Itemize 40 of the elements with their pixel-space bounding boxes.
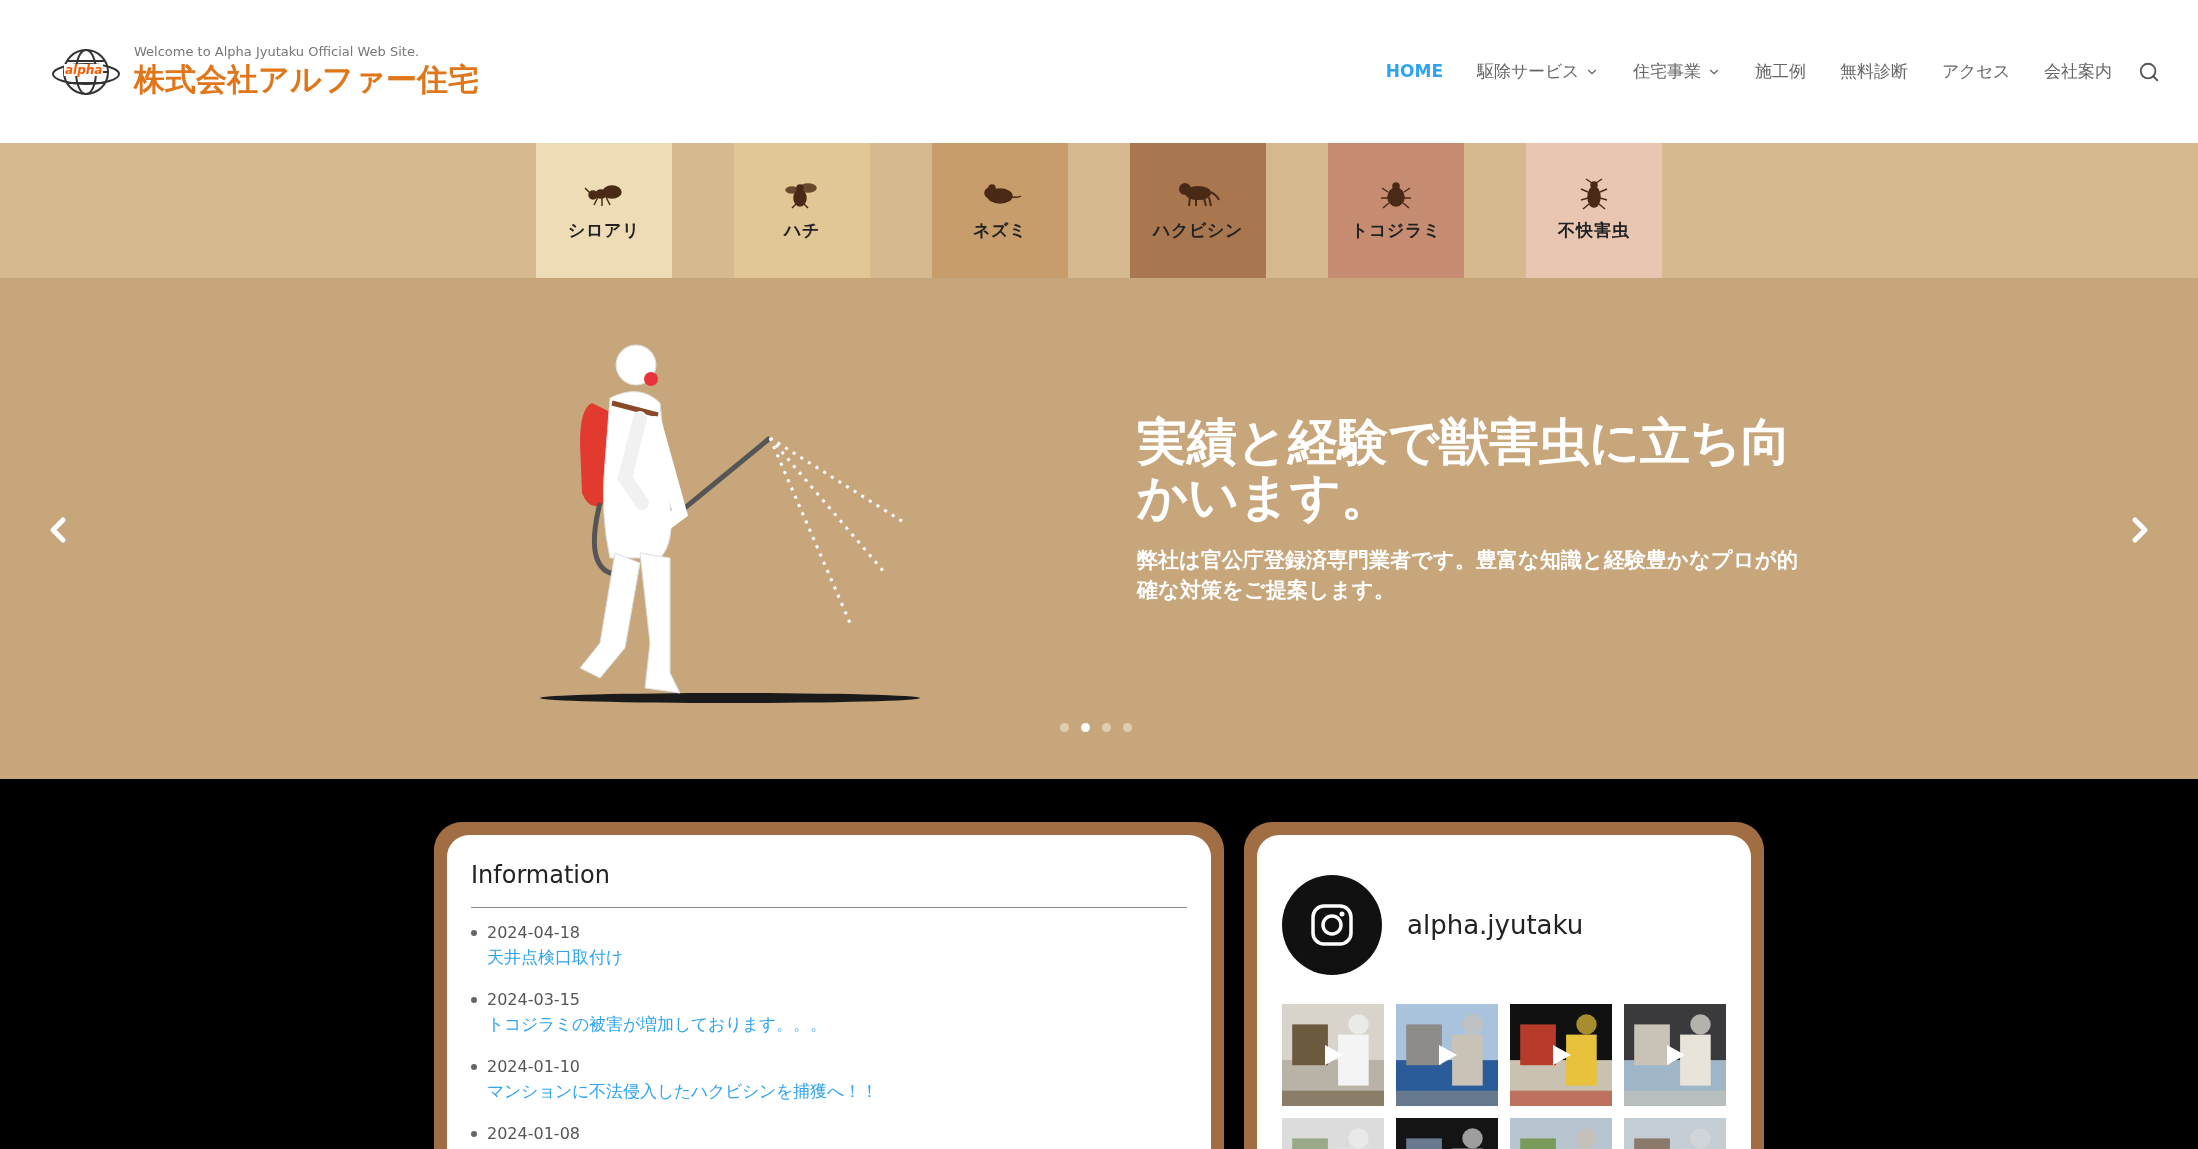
information-title: Information <box>471 857 1187 908</box>
hero-title: 実績と経験で獣害虫に立ち向かいます。 <box>1137 415 1792 525</box>
news-date: 2024-01-08 <box>487 1123 580 1145</box>
news-date: 2024-01-10 <box>487 1056 581 1078</box>
category-tile[interactable]: シロアリ <box>536 143 672 278</box>
bullet-icon <box>471 1064 477 1070</box>
category-label: ハクビシン <box>1153 218 1243 242</box>
category-label: シロアリ <box>568 218 640 242</box>
news-date: 2024-04-18 <box>487 922 581 944</box>
category-label: ハチ <box>784 218 820 242</box>
nav-link[interactable]: 会社案内 <box>2044 58 2112 85</box>
site-tagline: Welcome to Alpha Jyutaku Official Web Site. <box>134 44 421 61</box>
category-tile[interactable]: 不快害虫 <box>1526 143 1662 278</box>
news-date: 2024-03-15 <box>487 989 581 1011</box>
category-tile[interactable]: ネズミ <box>932 143 1068 278</box>
instagram-icon <box>1311 904 1353 946</box>
play-icon <box>1551 1043 1573 1067</box>
category-tile[interactable]: ハチ <box>734 143 870 278</box>
bullet-icon <box>471 930 477 936</box>
category-label: 不快害虫 <box>1558 218 1630 242</box>
nav-link[interactable]: アクセス <box>1942 58 2010 85</box>
play-icon <box>1323 1043 1345 1067</box>
nav-link[interactable]: 施工例 <box>1755 58 1806 85</box>
bullet-icon <box>471 1131 477 1137</box>
logo-badge-text: alpha <box>64 63 104 76</box>
nav-link[interactable]: 無料診断 <box>1840 58 1908 85</box>
nav-link[interactable]: 住宅事業 <box>1633 58 1721 85</box>
hero-subtitle: 弊社は官公庁登録済専門業者です。豊富な知識と経験豊かなプロが的確な対策をご提案します。 <box>1137 547 1799 604</box>
search-icon[interactable] <box>2138 60 2160 83</box>
play-icon <box>1437 1043 1459 1067</box>
globe-logo[interactable]: alpha <box>52 46 120 97</box>
instagram-username[interactable]: alpha.jyutaku <box>1407 905 1584 945</box>
category-tile[interactable]: トコジラミ <box>1328 143 1464 278</box>
category-tile[interactable]: ハクビシン <box>1130 143 1266 278</box>
play-icon <box>1665 1043 1687 1067</box>
nav-link[interactable]: 駆除サービス <box>1477 58 1599 85</box>
category-label: トコジラミ <box>1351 218 1441 242</box>
company-name: 株式会社アルファー住宅 <box>134 60 479 99</box>
category-label: ネズミ <box>973 218 1027 242</box>
bullet-icon <box>471 997 477 1003</box>
